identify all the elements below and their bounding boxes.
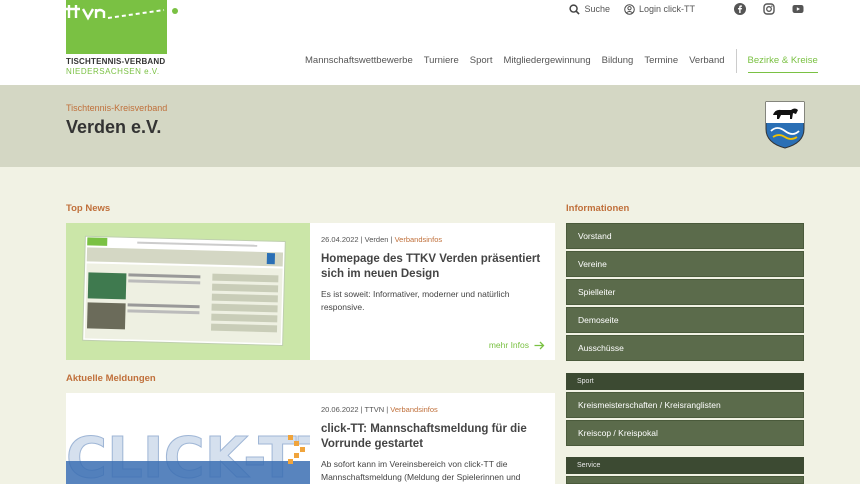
news-card[interactable]: CLICK-TT 20.06.2022 | TTVN | Verbandsinf… [66,393,555,484]
news-teaser: Ab sofort kann im Vereinsbereich von cli… [321,459,521,482]
sidebar-item-ausschuesse[interactable]: Ausschüsse [566,335,804,361]
instagram-icon[interactable] [763,3,775,15]
search-label: Suche [584,4,610,14]
nav-divider [735,49,737,73]
top-news-date: 26.04.2022 [321,235,359,244]
sidebar-item-vereine[interactable]: Vereine [566,251,804,277]
more-link-label: mehr Infos [488,340,529,350]
top-news-card[interactable]: 26.04.2022 | Verden | Verbandsinfos Home… [66,223,555,360]
nav-sport[interactable]: Sport [470,55,493,73]
logo-text-line1: TISCHTENNIS-VERBAND [66,57,166,66]
facebook-icon[interactable] [734,3,746,15]
news-heading: Aktuelle Meldungen [66,373,156,384]
page-banner: Tischtennis-Kreisverband Verden e.V. [0,85,860,167]
news-image-click-tt[interactable]: CLICK-TT [66,393,310,484]
nav-mitgliedergewinnung[interactable]: Mitgliedergewinnung [503,55,590,73]
top-news-body: 26.04.2022 | Verden | Verbandsinfos Home… [321,223,545,314]
top-news-meta: 26.04.2022 | Verden | Verbandsinfos [321,235,443,244]
sidebar-category-service: Service [566,457,804,474]
main-navigation: Mannschaftswettbewerbe Turniere Sport Mi… [305,49,818,73]
coat-of-arms-icon [765,101,805,149]
top-news-teaser: Es ist soweit: Informativer, moderner un… [321,289,510,312]
sidebar-links: Vorstand Vereine Spielleiter Demoseite A… [566,223,804,363]
news-body: 20.06.2022 | TTVN | Verbandsinfos click-… [321,393,545,484]
user-icon [624,3,635,15]
top-news-source: Verden [364,235,389,244]
site-header: TISCHTENNIS-VERBAND NIEDERSACHSEN e.V. S… [0,0,860,85]
sidebar-service-group: Service [566,457,804,484]
login-click-tt-link[interactable]: Login click-TT [624,3,695,15]
arrow-right-icon [534,341,545,349]
search-link[interactable]: Suche [569,3,610,15]
top-news-title[interactable]: Homepage des TTKV Verden präsentiert sic… [321,252,545,282]
sidebar-item-kreismeisterschaften[interactable]: Kreismeisterschaften / Kreisranglisten [566,392,804,418]
logo-graphic [66,0,167,54]
top-utility-bar: Suche Login click-TT [569,1,804,17]
top-news-more-link[interactable]: mehr Infos [489,340,545,350]
top-news-category[interactable]: Verbandsinfos [395,235,443,244]
sidebar-item-kreiscop[interactable]: Kreiscop / Kreispokal [566,420,804,446]
sidebar-sport-group: Sport Kreismeisterschaften / Kreisrangli… [566,373,804,448]
sidebar-item-vorstand[interactable]: Vorstand [566,223,804,249]
sidebar-item-service-first[interactable] [566,476,804,484]
sidebar-category-sport: Sport [566,373,804,390]
top-news-image[interactable] [66,223,310,360]
logo-ball-icon [172,8,178,14]
nav-mannschaftswettbewerbe[interactable]: Mannschaftswettbewerbe [305,55,413,73]
nav-verband[interactable]: Verband [689,55,724,73]
nav-bildung[interactable]: Bildung [602,55,634,73]
nav-bezirke-kreise[interactable]: Bezirke & Kreise [747,55,818,73]
youtube-icon[interactable] [792,3,804,15]
news-meta: 20.06.2022 | TTVN | Verbandsinfos [321,405,438,414]
sidebar-heading: Informationen [566,203,630,214]
page-title: Verden e.V. [66,117,162,137]
sidebar-item-spielleiter[interactable]: Spielleiter [566,279,804,305]
news-date: 20.06.2022 [321,405,359,414]
top-news-heading: Top News [66,203,111,214]
login-label: Login click-TT [638,4,695,14]
news-title[interactable]: click-TT: Mannschaftsmeldung für die Vor… [321,422,545,452]
page-subtitle: Tischtennis-Kreisverband [66,103,168,113]
nav-termine[interactable]: Termine [644,55,678,73]
news-category[interactable]: Verbandsinfos [390,405,438,414]
news-source: TTVN [364,405,385,414]
nav-turniere[interactable]: Turniere [424,55,459,73]
search-icon [569,3,581,15]
sidebar-item-demoseite[interactable]: Demoseite [566,307,804,333]
ttvn-logo[interactable]: TISCHTENNIS-VERBAND NIEDERSACHSEN e.V. [66,0,178,80]
logo-text-line2: NIEDERSACHSEN e.V. [66,67,160,76]
